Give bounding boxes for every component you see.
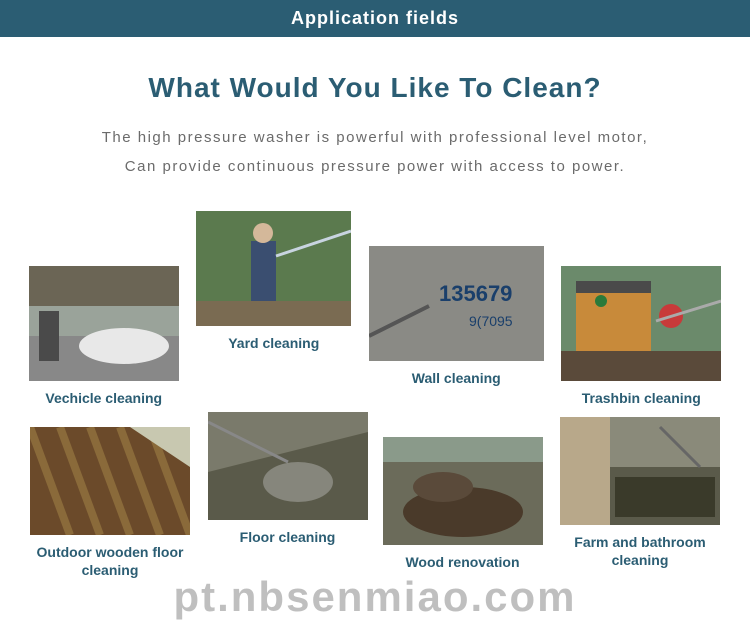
floor-label: Floor cleaning [240,528,336,546]
desc-line-2: Can provide continuous pressure power wi… [125,158,625,175]
description: The high pressure washer is powerful wit… [40,124,710,181]
app-wood-renovation: Wood renovation [383,427,543,571]
vehicle-label: Vechicle cleaning [45,389,162,407]
row-1: Vechicle cleaning Yard cleaning 135679 9(… [20,211,730,407]
app-floor: Floor cleaning [208,427,368,546]
app-wall: 135679 9(7095 Wall cleaning [369,211,544,387]
desc-line-1: The high pressure washer is powerful wit… [102,129,649,146]
wood-reno-label: Wood renovation [405,553,519,571]
wall-label: Wall cleaning [412,369,501,387]
floor-thumb [208,412,368,520]
farm-bath-thumb [560,417,720,525]
yard-label: Yard cleaning [228,334,319,352]
page-title: What Would You Like To Clean? [0,72,750,104]
wood-floor-thumb [30,427,190,535]
app-vehicle: Vechicle cleaning [29,211,179,407]
app-wood-floor: Outdoor wooden floor cleaning [28,427,193,579]
trashbin-label: Trashbin cleaning [582,389,701,407]
vehicle-thumb [29,266,179,381]
wall-thumb: 135679 9(7095 [369,246,544,361]
svg-text:9(7095: 9(7095 [469,313,513,329]
yard-thumb [196,211,351,326]
wood-reno-thumb [383,437,543,545]
app-trashbin: Trashbin cleaning [561,211,721,407]
app-yard: Yard cleaning [196,211,351,352]
farm-bath-label: Farm and bathroom cleaning [558,533,723,569]
applications-grid: Vechicle cleaning Yard cleaning 135679 9(… [0,211,750,590]
trashbin-thumb [561,266,721,381]
row-2: Outdoor wooden floor cleaning Floor clea… [20,427,730,579]
app-farm-bathroom: Farm and bathroom cleaning [558,427,723,569]
wood-floor-label: Outdoor wooden floor cleaning [28,543,193,579]
banner-title: Application fields [0,0,750,37]
svg-text:135679: 135679 [439,281,512,306]
